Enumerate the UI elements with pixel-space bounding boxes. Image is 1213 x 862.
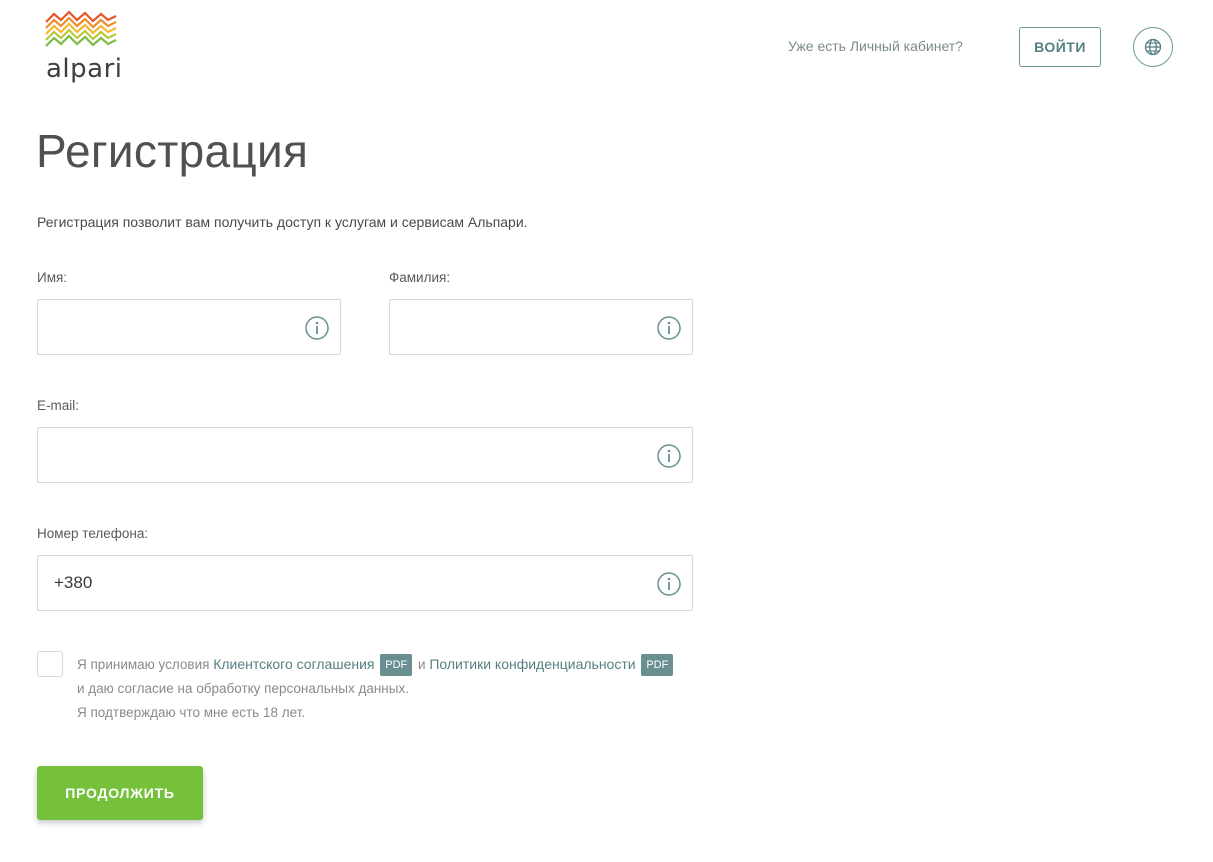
email-label: E-mail: <box>37 398 80 413</box>
client-agreement-pdf-badge[interactable]: PDF <box>380 654 413 677</box>
agreement-conjunction: и <box>414 657 430 672</box>
already-have-account-text: Уже есть Личный кабинет? <box>788 38 963 54</box>
phone-label: Номер телефона: <box>37 526 149 541</box>
agreement-text: Я принимаю условия Клиентского соглашени… <box>77 652 717 725</box>
last-name-label: Фамилия: <box>389 270 451 285</box>
agreement-prefix: Я принимаю условия <box>77 657 214 672</box>
privacy-policy-pdf-badge[interactable]: PDF <box>641 654 674 677</box>
alpari-logo[interactable]: alpari <box>44 10 122 84</box>
phone-field <box>37 555 693 611</box>
globe-icon <box>1144 38 1162 56</box>
last-name-field <box>389 299 693 355</box>
first-name-field <box>37 299 341 355</box>
registration-page: alpari Уже есть Личный кабинет? ВОЙТИ Ре… <box>0 0 1213 862</box>
agreement-line-1: Я принимаю условия Клиентского соглашени… <box>77 652 717 677</box>
first-name-label: Имя: <box>37 270 68 285</box>
info-circle-icon[interactable] <box>657 444 681 468</box>
agreement-checkbox[interactable] <box>37 651 63 677</box>
continue-button[interactable]: ПРОДОЛЖИТЬ <box>37 766 203 820</box>
language-button[interactable] <box>1133 27 1173 67</box>
last-name-input[interactable] <box>390 300 692 354</box>
privacy-policy-link[interactable]: Политики конфиденциальности <box>429 656 635 672</box>
logo-text: alpari <box>46 54 123 84</box>
info-circle-icon[interactable] <box>305 316 329 340</box>
info-circle-icon[interactable] <box>657 316 681 340</box>
page-subtitle: Регистрация позволит вам получить доступ… <box>37 214 528 230</box>
client-agreement-link[interactable]: Клиентского соглашения <box>213 656 374 672</box>
first-name-input[interactable] <box>38 300 340 354</box>
agreement-line-2: и даю согласие на обработку персональных… <box>77 681 409 696</box>
agreement-line-3: Я подтверждаю что мне есть 18 лет. <box>77 705 306 720</box>
page-title: Регистрация <box>36 125 309 177</box>
logo-mountains-icon <box>45 10 117 47</box>
email-field <box>37 427 693 483</box>
phone-input[interactable] <box>38 556 692 610</box>
email-input[interactable] <box>38 428 692 482</box>
login-button[interactable]: ВОЙТИ <box>1019 27 1101 67</box>
info-circle-icon[interactable] <box>657 572 681 596</box>
